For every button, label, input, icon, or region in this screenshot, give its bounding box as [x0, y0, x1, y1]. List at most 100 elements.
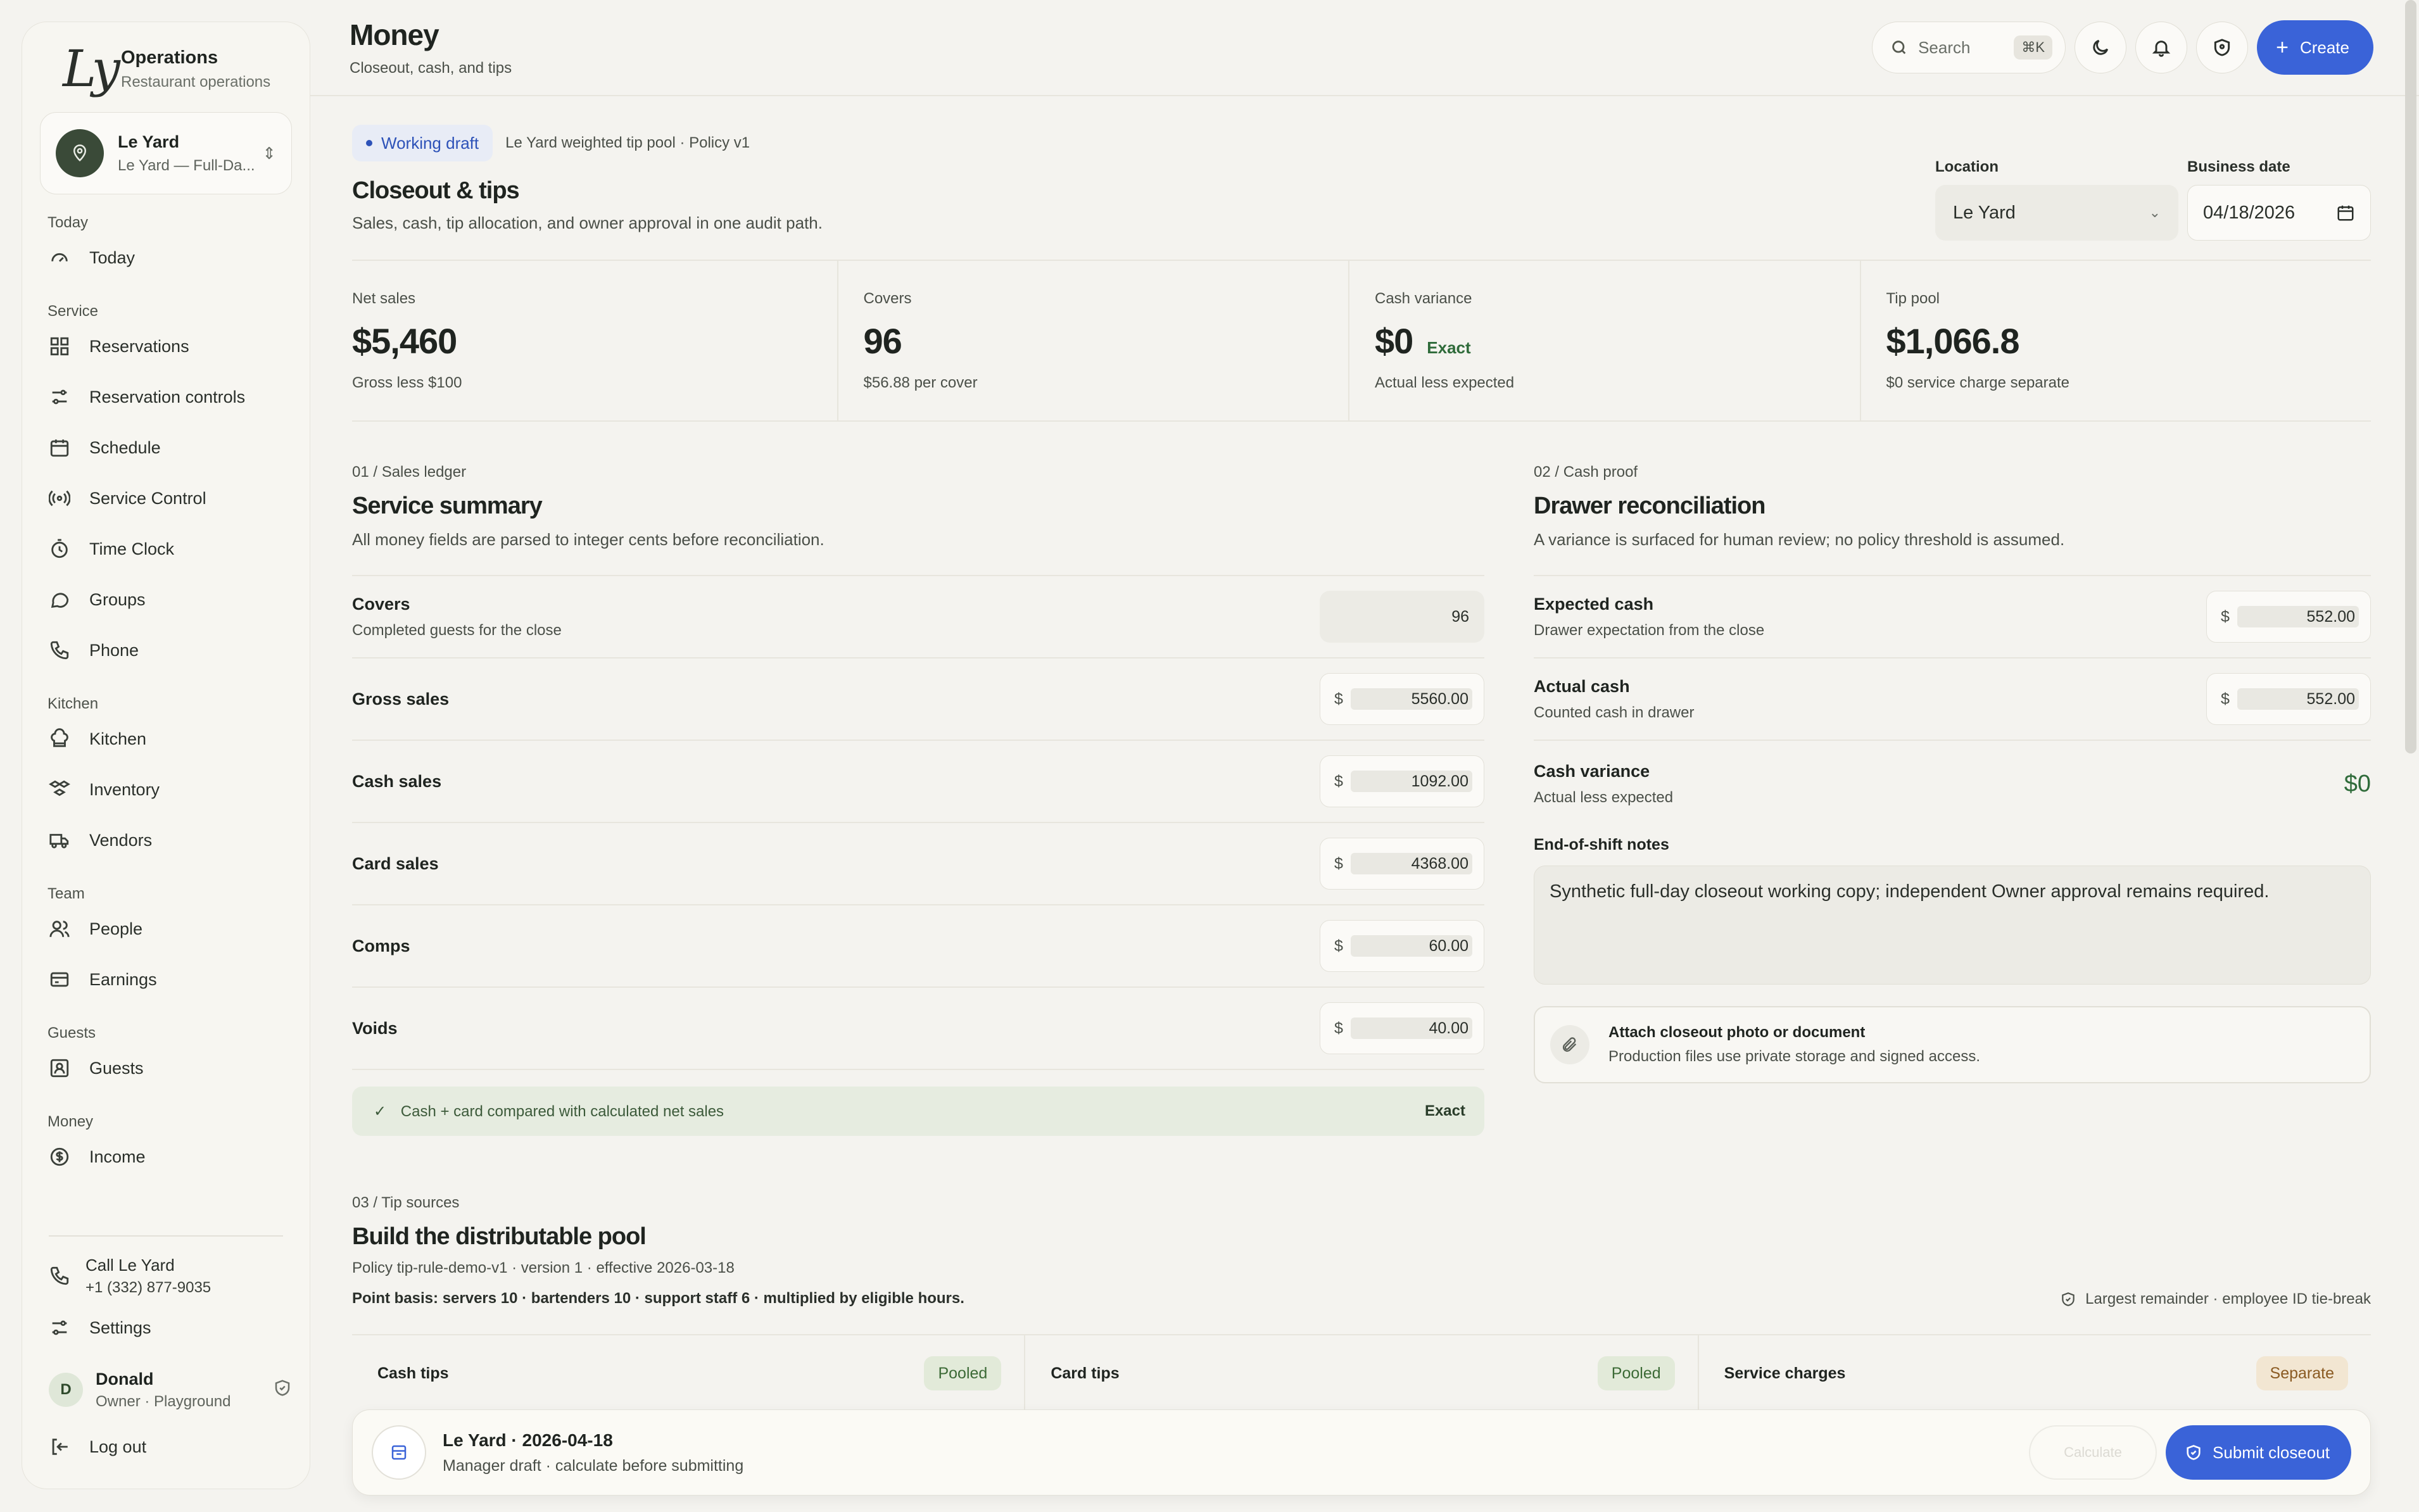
- currency-symbol: $: [1334, 690, 1343, 708]
- business-date-input[interactable]: 04/18/2026: [2187, 185, 2371, 241]
- stat-net-sales: Net sales $5,460 Gross less $100: [352, 261, 838, 420]
- tip-source-card[interactable]: Card tips Pooled: [1025, 1335, 1699, 1411]
- submit-closeout-button[interactable]: Submit closeout: [2166, 1425, 2351, 1480]
- cash-sales-input[interactable]: $ 1092.00: [1320, 755, 1484, 807]
- sidebar-item-people[interactable]: People: [40, 904, 292, 954]
- money-value: 552.00: [2237, 688, 2359, 710]
- currency-symbol: $: [1334, 936, 1343, 955]
- user-name: Donald: [96, 1369, 154, 1389]
- status-badge: Pooled: [1597, 1356, 1675, 1390]
- search-shortcut: ⌘K: [2014, 35, 2053, 60]
- create-label: Create: [2299, 37, 2349, 57]
- action-bar-title: Le Yard · 2026-04-18: [443, 1430, 613, 1450]
- sliders-icon: [52, 389, 67, 405]
- calendar-icon: [50, 439, 69, 457]
- section-title: Service summary: [352, 493, 543, 519]
- sales-ledger-section: 01 / Sales ledger Service summary All mo…: [352, 463, 1484, 1136]
- row-title: Comps: [352, 936, 410, 955]
- sidebar: Ly Operations Restaurant operations Le Y…: [22, 22, 310, 1489]
- expected-cash-input[interactable]: $ 552.00: [2206, 591, 2371, 643]
- phone-icon: [50, 1266, 69, 1285]
- sidebar-item-inventory[interactable]: Inventory: [40, 764, 292, 815]
- truck-icon: [49, 834, 69, 848]
- row-title: Cash sales: [352, 771, 442, 791]
- gross-sales-input[interactable]: $ 5560.00: [1320, 673, 1484, 725]
- sidebar-item-income[interactable]: Income: [40, 1131, 292, 1182]
- sidebar-item-label: Vendors: [89, 830, 153, 850]
- covers-input[interactable]: 96: [1320, 591, 1484, 643]
- security-button[interactable]: [2196, 22, 2249, 73]
- sidebar-item-label: Guests: [89, 1058, 144, 1078]
- sidebar-item-label: Groups: [89, 589, 146, 609]
- broadcast-icon: [49, 490, 70, 507]
- venue-detail: Le Yard — Full-Da...: [118, 156, 255, 174]
- row-title: Actual cash: [1534, 676, 1630, 696]
- main-content: Working draft Le Yard weighted tip pool …: [352, 124, 2371, 1411]
- cash-sales-row: Cash sales $ 1092.00: [352, 741, 1484, 823]
- actual-cash-input[interactable]: $ 552.00: [2206, 673, 2371, 725]
- sidebar-item-label: Income: [89, 1147, 146, 1166]
- sidebar-item-service-control[interactable]: Service Control: [40, 473, 292, 524]
- sidebar-item-schedule[interactable]: Schedule: [40, 422, 292, 473]
- receipt-icon: [372, 1425, 426, 1480]
- attach-subtitle: Production files use private storage and…: [1608, 1048, 1981, 1065]
- wallet-icon: [50, 972, 69, 987]
- create-button[interactable]: + Create: [2257, 20, 2373, 75]
- theme-toggle-button[interactable]: [2075, 22, 2127, 73]
- row-title: Gross sales: [352, 689, 450, 709]
- stat-label: Cash variance: [1375, 290, 1472, 307]
- sidebar-item-today[interactable]: Today: [40, 232, 292, 283]
- nav-section-guests: Guests: [47, 1024, 96, 1042]
- tip-source-service-charges[interactable]: Service charges Separate: [1699, 1335, 2371, 1411]
- sidebar-item-guests[interactable]: Guests: [40, 1043, 292, 1093]
- attach-document-button[interactable]: Attach closeout photo or document Produc…: [1534, 1006, 2371, 1083]
- location-select[interactable]: Le Yard ⌄: [1935, 185, 2178, 241]
- search-label: Search: [1918, 37, 1971, 57]
- stat-note: Actual less expected: [1375, 374, 1515, 391]
- call-venue-link[interactable]: Call Le Yard +1 (332) 877-9035: [40, 1249, 292, 1302]
- cash-variance-row: Cash variance Actual less expected $0: [1534, 741, 2371, 827]
- stat-cash-variance: Cash variance $0 Exact Actual less expec…: [1349, 261, 1861, 420]
- money-value: 40.00: [1350, 1017, 1472, 1039]
- nav-section-team: Team: [47, 885, 85, 902]
- chat-bubble-icon: [51, 593, 69, 608]
- logout-button[interactable]: Log out: [40, 1421, 292, 1472]
- voids-row: Voids $ 40.00: [352, 988, 1484, 1070]
- sidebar-item-reservations[interactable]: Reservations: [40, 321, 292, 372]
- stat-covers: Covers 96 $56.88 per cover: [838, 261, 1349, 420]
- call-number: +1 (332) 877-9035: [85, 1278, 212, 1296]
- sidebar-item-phone[interactable]: Phone: [40, 625, 292, 676]
- sidebar-item-earnings[interactable]: Earnings: [40, 954, 292, 1005]
- app-root: Ly Operations Restaurant operations Le Y…: [0, 0, 2419, 1512]
- comps-input[interactable]: $ 60.00: [1320, 920, 1484, 972]
- user-role: Owner · Playground: [96, 1392, 231, 1410]
- user-profile[interactable]: D Donald Owner · Playground: [40, 1358, 292, 1421]
- sidebar-item-label: Kitchen: [89, 729, 147, 748]
- sidebar-item-settings[interactable]: Settings: [40, 1302, 292, 1353]
- scrollbar[interactable]: [2405, 0, 2416, 753]
- tip-source-cash[interactable]: Cash tips Pooled: [352, 1335, 1026, 1411]
- notes-textarea[interactable]: Synthetic full-day closeout working copy…: [1534, 866, 2371, 985]
- sidebar-item-groups[interactable]: Groups: [40, 574, 292, 625]
- sidebar-item-time-clock[interactable]: Time Clock: [40, 524, 292, 574]
- money-value: 4368.00: [1350, 853, 1472, 874]
- voids-input[interactable]: $ 40.00: [1320, 1002, 1484, 1054]
- notifications-button[interactable]: [2135, 22, 2188, 73]
- stat-label: Tip pool: [1886, 290, 1940, 307]
- sidebar-item-vendors[interactable]: Vendors: [40, 815, 292, 866]
- brand[interactable]: Ly Operations Restaurant operations: [40, 40, 292, 98]
- row-title: Expected cash: [1534, 594, 1654, 614]
- venue-switcher[interactable]: Le Yard Le Yard — Full-Da... ⇕: [40, 112, 292, 194]
- sidebar-item-label: Time Clock: [89, 539, 175, 558]
- status-dot: [366, 140, 372, 146]
- row-title: Cash variance: [1534, 761, 1650, 781]
- calculate-button[interactable]: Calculate: [2029, 1425, 2157, 1480]
- reconciliation-text: Cash + card compared with calculated net…: [400, 1102, 724, 1120]
- sidebar-item-label: Phone: [89, 640, 139, 660]
- search-button[interactable]: Search ⌘K: [1872, 22, 2066, 73]
- stats-strip: Net sales $5,460 Gross less $100 Covers …: [352, 260, 2371, 422]
- avatar: D: [49, 1373, 83, 1407]
- sidebar-item-reservation-controls[interactable]: Reservation controls: [40, 372, 292, 422]
- card-sales-input[interactable]: $ 4368.00: [1320, 838, 1484, 890]
- sidebar-item-kitchen[interactable]: Kitchen: [40, 714, 292, 764]
